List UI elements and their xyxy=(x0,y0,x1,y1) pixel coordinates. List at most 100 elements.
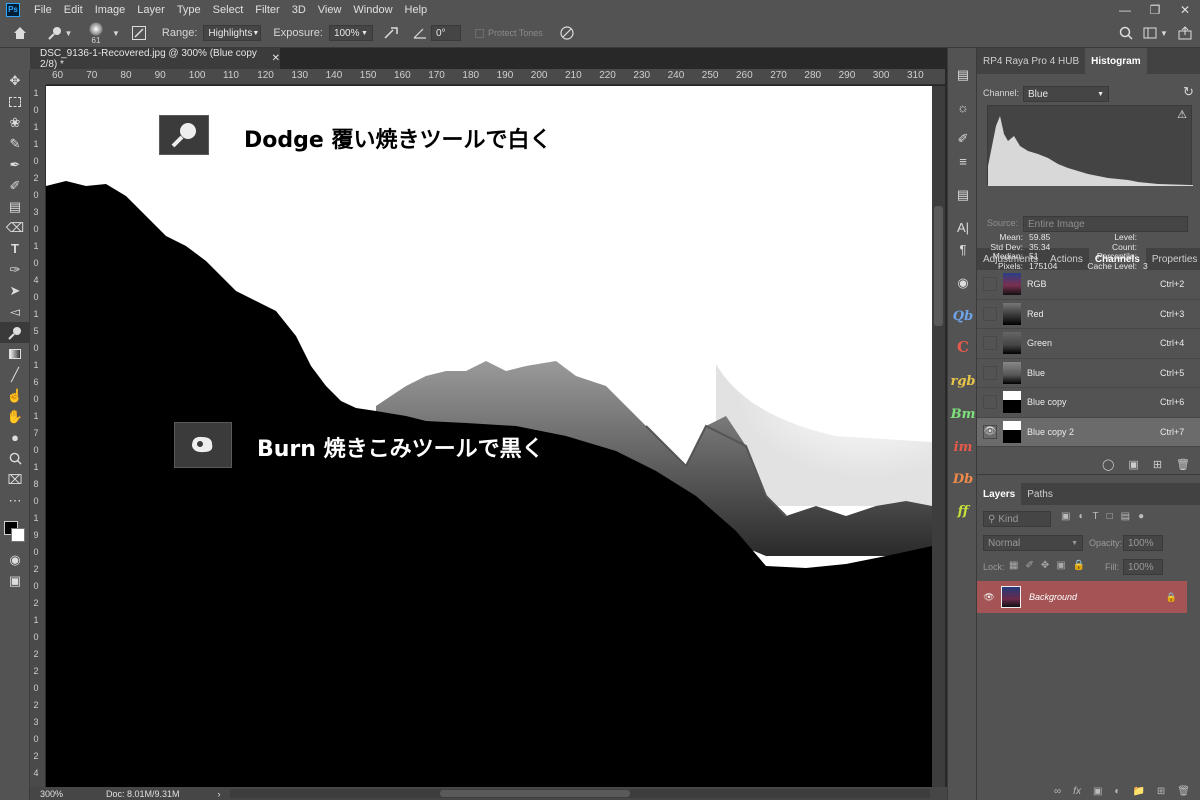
horizontal-scrollbar[interactable] xyxy=(230,789,930,798)
dodge-tool[interactable] xyxy=(0,322,30,343)
lock-artboard-icon[interactable]: ▣ xyxy=(1056,560,1065,571)
adjustment-layer-icon[interactable]: ◐ xyxy=(1114,786,1120,797)
opacity-input[interactable]: 100% xyxy=(1123,535,1163,551)
brushes-panel-button[interactable]: ✐ xyxy=(948,128,978,150)
eye-icon[interactable]: 👁 xyxy=(983,424,997,439)
plugin-qb-button[interactable]: Qb xyxy=(948,305,978,327)
move-tool[interactable]: ✥ xyxy=(0,70,30,91)
channel-row[interactable]: Green Ctrl+4 xyxy=(977,329,1200,359)
search-icon[interactable] xyxy=(1119,26,1133,40)
add-mask-icon[interactable]: ▣ xyxy=(1093,786,1102,797)
channel-row[interactable]: RGB Ctrl+2 xyxy=(977,270,1200,300)
eyedropper-tool[interactable]: ✒ xyxy=(0,154,30,175)
zoom-level[interactable]: 300% xyxy=(30,789,80,799)
background-color[interactable] xyxy=(11,528,25,542)
delete-channel-icon[interactable]: 🗑 xyxy=(1176,458,1190,471)
channel-row[interactable]: Red Ctrl+3 xyxy=(977,300,1200,329)
menu-help[interactable]: Help xyxy=(399,4,434,16)
smudge-tool[interactable]: ☝ xyxy=(0,385,30,406)
fill-input[interactable]: 100% xyxy=(1123,559,1163,575)
pressure-size-icon[interactable] xyxy=(559,25,575,41)
clone-source-button[interactable]: ▤ xyxy=(948,184,978,206)
tab-layers[interactable]: Layers xyxy=(977,483,1022,505)
plugin-im-button[interactable]: im xyxy=(948,436,978,458)
vertical-scrollbar[interactable] xyxy=(932,86,945,787)
menu-layer[interactable]: Layer xyxy=(131,4,171,16)
eraser-tool[interactable]: ⌫ xyxy=(0,217,30,238)
channel-select[interactable]: Blue ▼ xyxy=(1023,86,1109,102)
layer-row[interactable]: 👁 Background 🔒 xyxy=(977,581,1187,613)
healing-tool[interactable]: ◅ xyxy=(0,301,30,322)
scroll-thumb[interactable] xyxy=(934,206,943,326)
line-tool[interactable]: ╱ xyxy=(0,364,30,385)
visibility-toggle[interactable] xyxy=(983,395,997,410)
menu-type[interactable]: Type xyxy=(171,4,207,16)
tab-paths[interactable]: Paths xyxy=(1021,483,1059,505)
visibility-toggle[interactable] xyxy=(983,277,997,292)
hand-tool[interactable]: ✋ xyxy=(0,406,30,427)
close-window-button[interactable]: ✕ xyxy=(1170,0,1200,19)
chevron-down-icon[interactable]: ▼ xyxy=(112,29,120,38)
channel-row[interactable]: Blue Ctrl+5 xyxy=(977,359,1200,388)
h-scroll-thumb[interactable] xyxy=(440,790,630,797)
edit-toolbar-button[interactable]: ⋯ xyxy=(0,490,30,511)
eye-icon[interactable]: 👁 xyxy=(977,592,1001,603)
home-button[interactable] xyxy=(0,26,40,40)
exposure-input[interactable]: 100% ▼ xyxy=(328,25,373,41)
visibility-toggle[interactable] xyxy=(983,336,997,351)
document-tab[interactable]: DSC_9136-1-Recovered.jpg @ 300% (Blue co… xyxy=(30,48,280,70)
blend-mode-select[interactable]: Normal ▼ xyxy=(983,535,1083,551)
menu-file[interactable]: File xyxy=(28,4,58,16)
close-tab-icon[interactable]: ✕ xyxy=(272,53,280,64)
tab-raya-pro[interactable]: RP4 Raya Pro 4 HUB xyxy=(977,48,1085,74)
stamp-tool[interactable]: ▤ xyxy=(0,196,30,217)
type-tool[interactable]: T xyxy=(0,238,30,259)
visibility-toggle[interactable] xyxy=(983,306,997,321)
marquee-tool[interactable] xyxy=(0,91,30,112)
layer-name[interactable]: Background xyxy=(1029,592,1166,602)
quick-selection-tool[interactable]: ✎ xyxy=(0,133,30,154)
layer-filter-select[interactable]: ⚲ Kind xyxy=(983,511,1051,527)
blur-tool[interactable]: ● xyxy=(0,427,30,448)
angle-input[interactable]: 0° xyxy=(430,25,461,41)
plugin-button[interactable]: ◉ xyxy=(948,272,978,294)
brush-tool[interactable]: ✐ xyxy=(0,175,30,196)
menu-image[interactable]: Image xyxy=(89,4,132,16)
frame-tool[interactable]: ⌧ xyxy=(0,469,30,490)
lock-pixels-icon[interactable]: ✐ xyxy=(1025,560,1033,571)
channel-row[interactable]: Blue copy Ctrl+6 xyxy=(977,388,1200,418)
gradient-tool[interactable] xyxy=(0,343,30,364)
image-canvas[interactable]: Dodge 覆い焼きツールで白く Burn 焼きこみツールで黒く xyxy=(46,86,932,787)
menu-edit[interactable]: Edit xyxy=(58,4,89,16)
menu-select[interactable]: Select xyxy=(207,4,250,16)
airbrush-icon[interactable] xyxy=(383,26,399,40)
protect-tones-checkbox[interactable]: Protect Tones xyxy=(474,28,543,38)
visibility-toggle[interactable] xyxy=(983,365,997,380)
shape-filter-icon[interactable]: □ xyxy=(1107,511,1113,522)
plugin-db-button[interactable]: Db xyxy=(948,468,978,490)
fx-icon[interactable]: fx xyxy=(1073,786,1081,797)
plugin-rgb-button[interactable]: rgb xyxy=(948,370,978,392)
tab-histogram[interactable]: Histogram xyxy=(1085,48,1147,74)
plugin-ff-button[interactable]: ff xyxy=(948,500,978,522)
brush-settings-panel-button[interactable]: ≡ xyxy=(948,150,978,172)
share-icon[interactable] xyxy=(1178,26,1192,40)
filter-toggle-icon[interactable]: ● xyxy=(1138,511,1144,522)
tool-preset-picker[interactable]: ▼ xyxy=(40,26,80,40)
paragraph-panel-button[interactable]: ¶ xyxy=(948,238,978,260)
workspace-icon[interactable] xyxy=(1143,26,1157,40)
new-channel-icon[interactable]: ⊞ xyxy=(1153,458,1162,471)
save-selection-icon[interactable]: ▣ xyxy=(1128,458,1138,471)
new-layer-icon[interactable]: ⊞ xyxy=(1157,786,1165,797)
path-selection-tool[interactable]: ➤ xyxy=(0,280,30,301)
lock-transparency-icon[interactable]: ▦ xyxy=(1009,560,1018,571)
quick-mask-button[interactable]: ◉ xyxy=(0,549,30,570)
lock-all-icon[interactable]: 🔒 xyxy=(1073,560,1085,571)
zoom-tool[interactable] xyxy=(0,448,30,469)
menu-3d[interactable]: 3D xyxy=(286,4,312,16)
link-layers-icon[interactable]: ∞ xyxy=(1054,786,1061,797)
load-selection-icon[interactable]: ◯ xyxy=(1102,458,1114,471)
pen-tool[interactable]: ✑ xyxy=(0,259,30,280)
screen-mode-button[interactable]: ▣ xyxy=(0,570,30,591)
character-panel-button[interactable]: A| xyxy=(948,216,978,238)
